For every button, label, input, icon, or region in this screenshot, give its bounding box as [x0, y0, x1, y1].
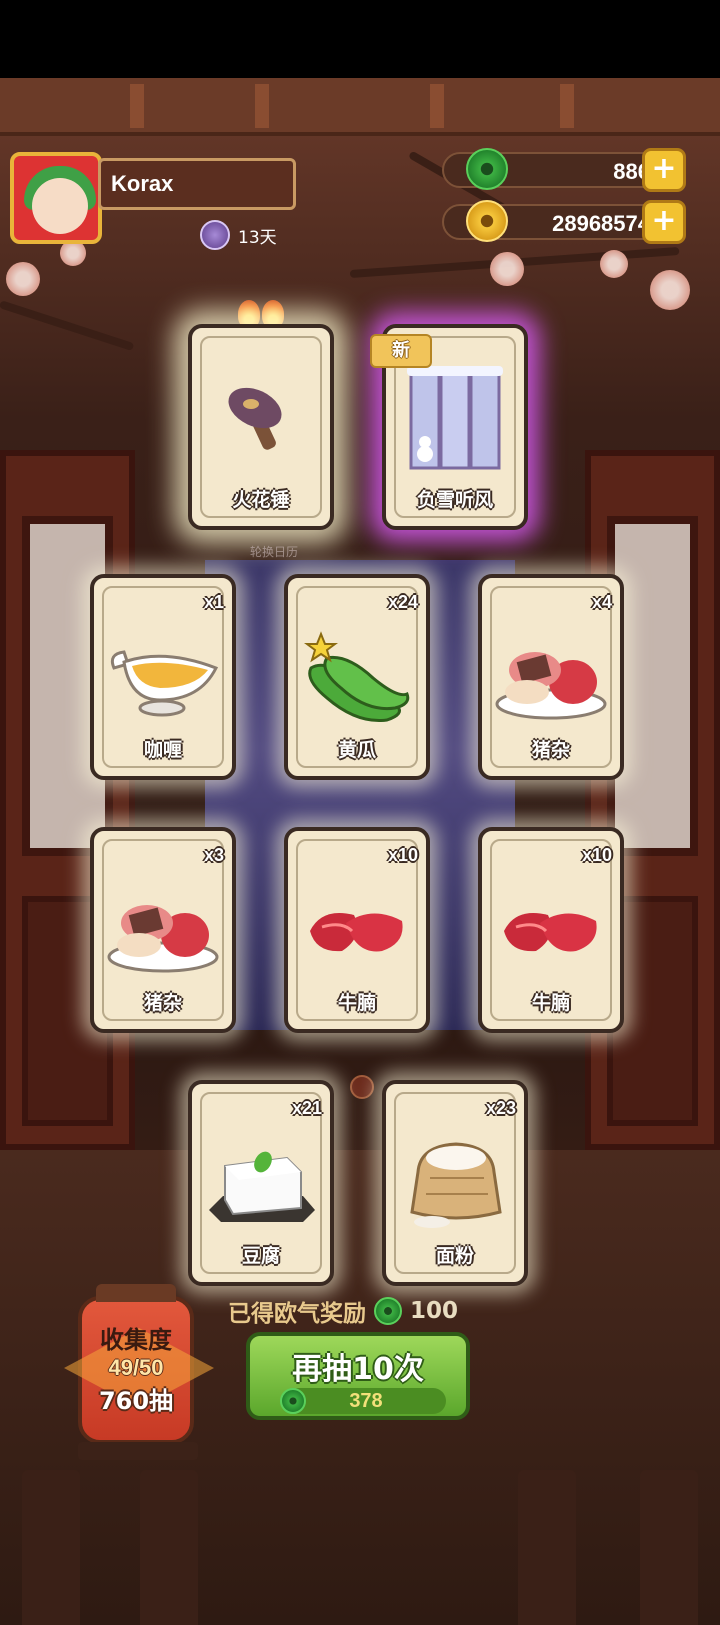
add-jade-button[interactable]: +	[642, 148, 686, 192]
left-lattice-door	[0, 450, 135, 1150]
reward-card[interactable]: x23 面粉	[382, 1080, 528, 1286]
collection-draws: 760抽	[98, 1387, 174, 1415]
roof-beam	[0, 78, 720, 136]
luck-reward-status: 已得欧气奖励 100	[228, 1295, 528, 1327]
jade-icon	[280, 1388, 306, 1414]
blossom-flower	[600, 250, 628, 278]
reward-amount: 100	[410, 1298, 459, 1324]
card-label: 牛腩	[531, 992, 570, 1014]
reward-card[interactable]: x1 咖喱	[90, 574, 236, 780]
railing-post	[22, 1470, 80, 1625]
new-badge: 新	[370, 334, 432, 368]
snow-screen-icon	[407, 366, 503, 470]
card-label: 负雪听风	[416, 489, 493, 511]
hammer-icon	[228, 387, 282, 450]
coin-icon	[466, 200, 508, 242]
blossom-flower	[490, 252, 524, 286]
card-count: x10	[581, 845, 612, 865]
player-avatar[interactable]	[10, 152, 102, 244]
player-name: Korax	[98, 158, 296, 210]
draw-again-button[interactable]: 再抽10次 378	[246, 1332, 470, 1420]
card-label: 火花锤	[232, 489, 290, 511]
login-days: 13天	[200, 220, 277, 250]
reward-card[interactable]: x24 黄瓜	[284, 574, 430, 780]
calendar-badge-icon	[200, 220, 230, 250]
card-count: x4	[591, 592, 612, 612]
card-label: 牛腩	[337, 992, 376, 1014]
curry-gravy-boat-icon	[110, 650, 219, 717]
jade-icon	[466, 148, 508, 190]
card-count: x21	[291, 1098, 322, 1118]
add-coin-button[interactable]: +	[642, 200, 686, 244]
reward-label: 已得欧气奖励	[228, 1301, 366, 1327]
card-count: x10	[387, 845, 418, 865]
railing-post	[140, 1470, 198, 1625]
reward-card[interactable]: x4 猪杂	[478, 574, 624, 780]
right-lattice-door	[585, 450, 720, 1150]
beam-lattice	[560, 84, 574, 128]
beam-lattice	[130, 84, 144, 128]
railing-post	[518, 1470, 576, 1625]
card-count: x24	[387, 592, 418, 612]
reward-card[interactable]: x3 猪杂	[90, 827, 236, 1033]
beam-lattice	[430, 84, 444, 128]
card-label: 豆腐	[241, 1245, 280, 1267]
collection-progress: 49/50	[108, 1355, 164, 1380]
card-count: x23	[485, 1098, 516, 1118]
card-label: 猪杂	[143, 992, 182, 1014]
blossom-flower	[650, 270, 690, 310]
divider-ornament	[350, 1075, 374, 1099]
reward-card[interactable]: x10 牛腩	[478, 827, 624, 1033]
blossom-flower	[6, 262, 40, 296]
reward-card[interactable]: x10 牛腩	[284, 827, 430, 1033]
tofu-icon	[209, 1151, 315, 1222]
gacha-result-screen: Korax 13天 886 + 28968574 + 火花锤 负雪听风 新 轮换…	[0, 0, 720, 1625]
card-label: 猪杂	[531, 739, 570, 761]
railing-post	[640, 1470, 698, 1625]
flour-sack-icon	[410, 1142, 502, 1228]
calendar-hint: 轮换日历	[250, 545, 299, 559]
cucumber-icon	[304, 631, 410, 723]
beef-brisket-icon	[504, 913, 597, 952]
draw-cost: 378	[286, 1388, 446, 1414]
card-label: 面粉	[435, 1245, 474, 1267]
days-text: 13天	[238, 227, 277, 248]
beam-lattice	[255, 84, 269, 128]
card-count: x3	[203, 845, 224, 865]
card-label: 黄瓜	[337, 739, 376, 761]
reward-card[interactable]: x21 豆腐	[188, 1080, 334, 1286]
collection-title: 收集度	[100, 1326, 172, 1354]
card-label: 咖喱	[143, 739, 182, 761]
draw-button-label: 再抽10次	[292, 1352, 424, 1387]
pork-offal-icon	[495, 652, 607, 720]
beef-brisket-icon	[310, 913, 403, 952]
featured-card-hammer[interactable]: 火花锤	[188, 324, 334, 530]
pork-offal-icon	[107, 905, 219, 973]
blossom-branch	[0, 300, 135, 352]
collection-lantern[interactable]: 收集度 49/50 760抽	[64, 1284, 214, 1460]
jade-icon	[374, 1297, 402, 1325]
card-count: x1	[203, 592, 224, 612]
